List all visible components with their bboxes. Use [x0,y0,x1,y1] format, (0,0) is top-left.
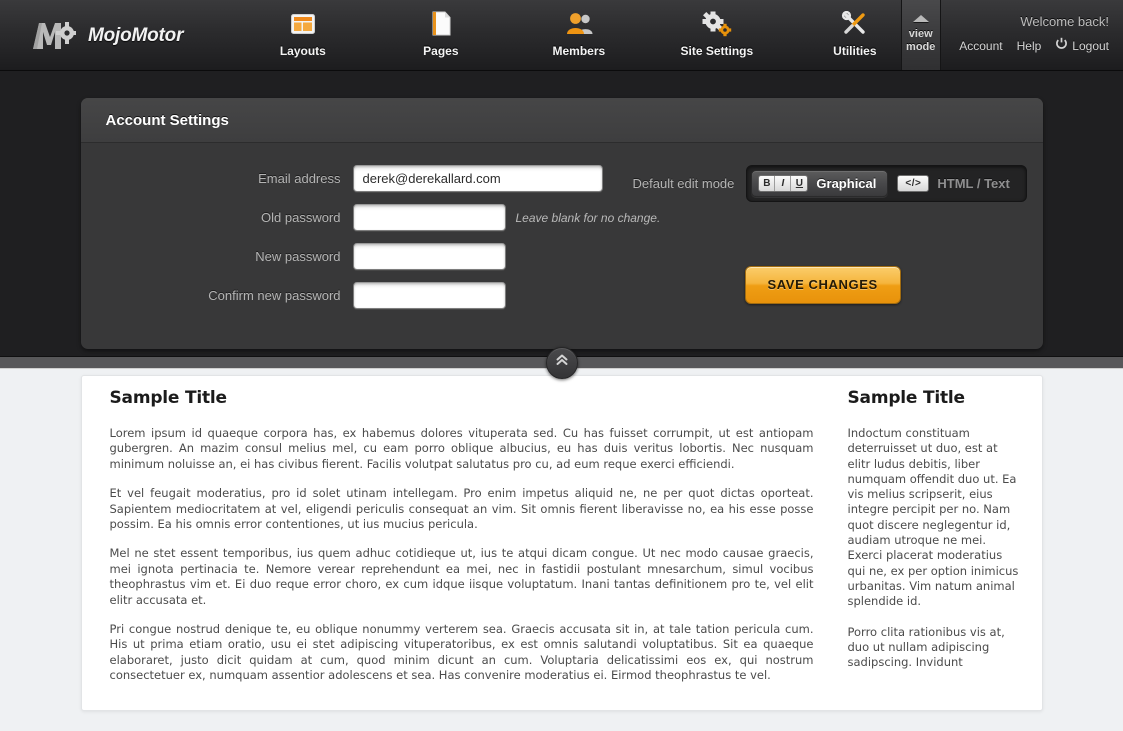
account-settings-panel: Account Settings Email address Old passw… [80,98,1043,349]
default-edit-mode-label: Default edit mode [632,176,735,191]
logout-link[interactable]: Logout [1055,37,1109,55]
triangle-up-icon [912,15,929,22]
page-title: Account Settings [105,111,229,129]
nav-item-utilities[interactable]: Utilities [809,9,901,58]
default-edit-mode-row: Default edit mode B I U Graphical </> HT… [633,165,1043,202]
new-password-field[interactable] [352,243,506,270]
preview-side-paragraph: Indoctum constituam deterruisset ut duo,… [847,426,1019,609]
wrench-screwdriver-icon [809,9,901,39]
edit-mode-toggle-group: B I U Graphical </> HTML / Text [746,165,1027,202]
preview-side-title: Sample Title [847,388,966,408]
brand-name: MojoMotor [88,24,184,46]
old-password-label: Old password [261,210,341,225]
nav-item-label: Pages [423,44,459,58]
page-preview-region: Sample Title Lorem ipsum id quaeque corp… [0,369,1123,731]
preview-main-column: Sample Title Lorem ipsum id quaeque corp… [82,384,842,710]
preview-main-paragraph: Pri congue nostrud denique te, eu obliqu… [109,622,814,683]
confirm-password-field[interactable] [352,282,506,309]
nav-item-label: Utilities [833,44,877,58]
settings-region: Account Settings Email address Old passw… [0,71,1123,356]
panel-header: Account Settings [80,98,1043,143]
edit-mode-column: Default edit mode B I U Graphical </> HT… [611,165,1043,321]
underline-chip: U [791,176,808,191]
edit-mode-option-label: Graphical [816,176,877,191]
power-icon [1055,37,1068,55]
nav-item-site-settings[interactable]: Site Settings [671,9,763,58]
field-row-confirm-password: Confirm new password [81,282,611,309]
save-changes-button[interactable]: SAVE CHANGES [744,266,901,304]
view-mode-label-line2: mode [906,41,936,53]
new-password-label: New password [255,249,341,264]
save-row: SAVE CHANGES [633,266,1043,304]
code-tags-icon: </> [897,175,930,192]
nav-item-label: Site Settings [680,44,754,58]
panel-body: Email address Old password Leave blank f… [81,143,1043,349]
nav-item-members[interactable]: Members [533,9,625,58]
logout-label[interactable]: Logout [1072,39,1109,53]
nav-item-pages[interactable]: Pages [395,9,487,58]
view-mode-label-line1: view [908,28,933,40]
italic-chip: I [775,176,792,191]
chevron-double-up-icon [554,352,570,373]
nav-item-layouts[interactable]: Layouts [257,9,349,58]
edit-mode-option-label: HTML / Text [937,176,1010,191]
bold-italic-underline-icon: B I U [758,175,809,192]
preview-side-column: Sample Title Indoctum constituam deterru… [842,384,1042,710]
nav-item-label: Members [552,44,606,58]
user-links: Account Help Logout [959,37,1109,55]
top-navigation-bar: MojoMotor Layouts Pages Members Site Set… [0,0,1123,71]
gears-icon [671,9,763,39]
preview-main-title: Sample Title [109,388,228,408]
email-label: Email address [258,171,341,186]
old-password-field[interactable] [352,204,506,231]
brand[interactable]: MojoMotor [0,0,257,71]
form-column: Email address Old password Leave blank f… [81,165,660,321]
panel-divider [0,346,1123,379]
mojo-m-gear-logo [30,19,76,53]
bold-chip: B [759,176,776,191]
main-nav: Layouts Pages Members Site Settings Util… [257,0,901,71]
confirm-password-label: Confirm new password [208,288,341,303]
page-document-icon [395,9,487,39]
email-field[interactable] [352,165,603,192]
members-people-icon [533,9,625,39]
preview-main-paragraph: Et vel feugait moderatius, pro id solet … [109,486,814,532]
welcome-message: Welcome back! [1020,14,1109,29]
preview-main-paragraph: Lorem ipsum id quaeque corpora has, ex h… [109,426,814,471]
page-preview-card[interactable]: Sample Title Lorem ipsum id quaeque corp… [80,375,1043,711]
edit-mode-option-graphical[interactable]: B I U Graphical [751,170,889,197]
edit-mode-option-html-text[interactable]: </> HTML / Text [890,170,1021,197]
preview-side-paragraph: Porro clita rationibus vis at, duo ut nu… [847,624,1005,670]
nav-item-label: Layouts [279,44,326,58]
field-row-email: Email address [81,165,611,192]
collapse-panel-button[interactable] [545,346,578,379]
account-link[interactable]: Account [959,39,1002,53]
user-zone: Welcome back! Account Help Logout [941,0,1123,71]
layouts-icon [257,9,349,39]
field-row-old-password: Old password Leave blank for no change. [81,204,660,231]
view-mode-button[interactable]: view mode [900,0,941,71]
field-row-new-password: New password [81,243,611,270]
preview-main-paragraph: Mel ne stet essent temporibus, ius quem … [109,546,814,607]
help-link[interactable]: Help [1017,39,1042,53]
